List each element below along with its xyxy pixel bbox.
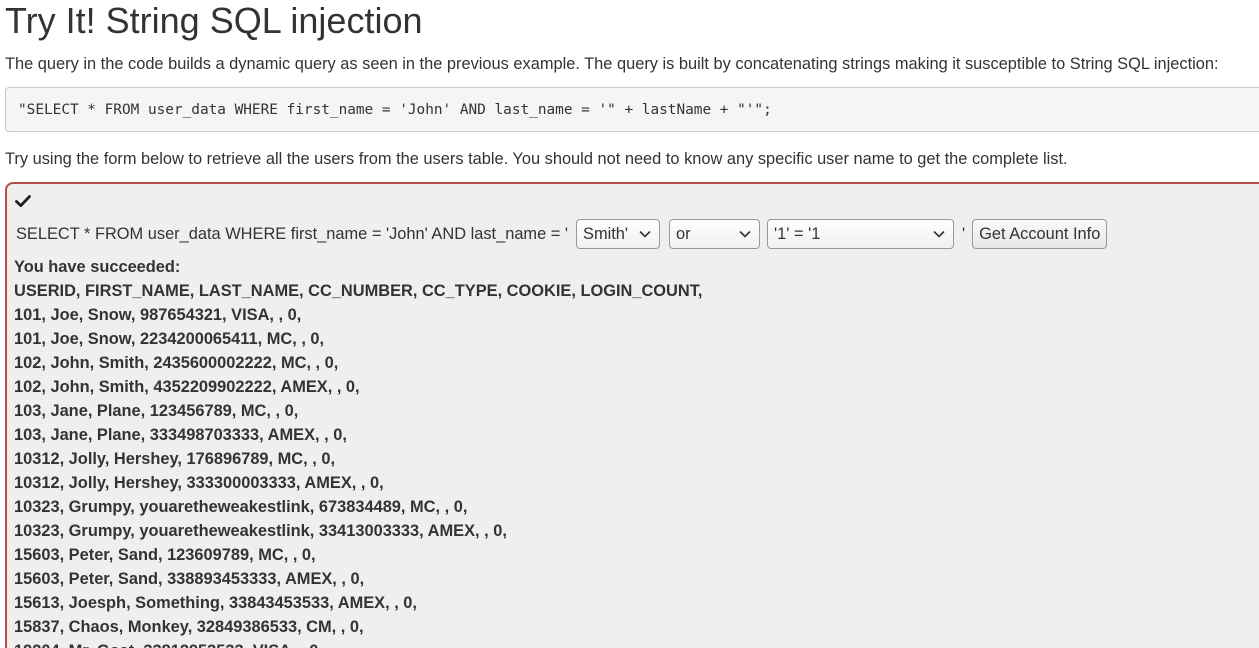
result-row: 15837, Chaos, Monkey, 32849386533, CM, ,… <box>14 618 364 636</box>
result-row: 103, Jane, Plane, 333498703333, AMEX, , … <box>14 426 347 444</box>
result-row: 15603, Peter, Sand, 123609789, MC, , 0, <box>14 546 316 564</box>
attack-panel: SELECT * FROM user_data WHERE first_name… <box>5 182 1259 648</box>
chevron-down-icon <box>933 230 945 238</box>
chevron-down-icon <box>639 230 651 238</box>
query-prefix-label: SELECT * FROM user_data WHERE first_name… <box>16 224 569 243</box>
condition-select-value: '1' = '1 <box>774 224 821 243</box>
condition-select[interactable]: '1' = '1 <box>767 219 955 249</box>
result-header: USERID, FIRST_NAME, LAST_NAME, CC_NUMBER… <box>14 282 703 300</box>
lesson-page: Try It! String SQL injection The query i… <box>0 0 1259 648</box>
result-row: 103, Jane, Plane, 123456789, MC, , 0, <box>14 402 299 420</box>
result-row: 10323, Grumpy, youaretheweakestlink, 673… <box>14 498 468 516</box>
page-title: Try It! String SQL injection <box>5 0 423 41</box>
result-row: 101, Joe, Snow, 2234200065411, MC, , 0, <box>14 330 325 348</box>
intro-text: The query in the code builds a dynamic q… <box>5 55 1219 73</box>
operator-select-value: or <box>676 224 691 243</box>
checkmark-icon <box>15 195 31 207</box>
instructions-text: Try using the form below to retrieve all… <box>5 150 1068 168</box>
success-message: You have succeeded: <box>14 258 181 276</box>
chevron-down-icon <box>739 230 751 238</box>
result-row: 102, John, Smith, 2435600002222, MC, , 0… <box>14 354 339 372</box>
last-name-select-value: Smith' <box>583 224 629 243</box>
result-row: 102, John, Smith, 4352209902222, AMEX, ,… <box>14 378 360 396</box>
result-row: 15613, Joesph, Something, 33843453533, A… <box>14 594 417 612</box>
operator-select[interactable]: or <box>669 219 761 249</box>
query-code-block: "SELECT * FROM user_data WHERE first_nam… <box>5 87 1259 132</box>
query-suffix-label: ' <box>962 224 966 243</box>
query-output: You have succeeded: USERID, FIRST_NAME, … <box>14 255 702 648</box>
result-row: 10312, Jolly, Hershey, 333300003333, AME… <box>14 474 384 492</box>
result-row: 101, Joe, Snow, 987654321, VISA, , 0, <box>14 306 302 324</box>
get-account-info-button[interactable]: Get Account Info <box>972 219 1108 249</box>
result-row: 15603, Peter, Sand, 338893453333, AMEX, … <box>14 570 365 588</box>
query-form: SELECT * FROM user_data WHERE first_name… <box>16 218 1108 250</box>
result-row: 10323, Grumpy, youaretheweakestlink, 334… <box>14 522 507 540</box>
result-row: 19204, Mr, Goat, 33812953533, VISA, , 0, <box>14 639 702 648</box>
result-row: 10312, Jolly, Hershey, 176896789, MC, , … <box>14 450 336 468</box>
last-name-select[interactable]: Smith' <box>576 219 661 249</box>
